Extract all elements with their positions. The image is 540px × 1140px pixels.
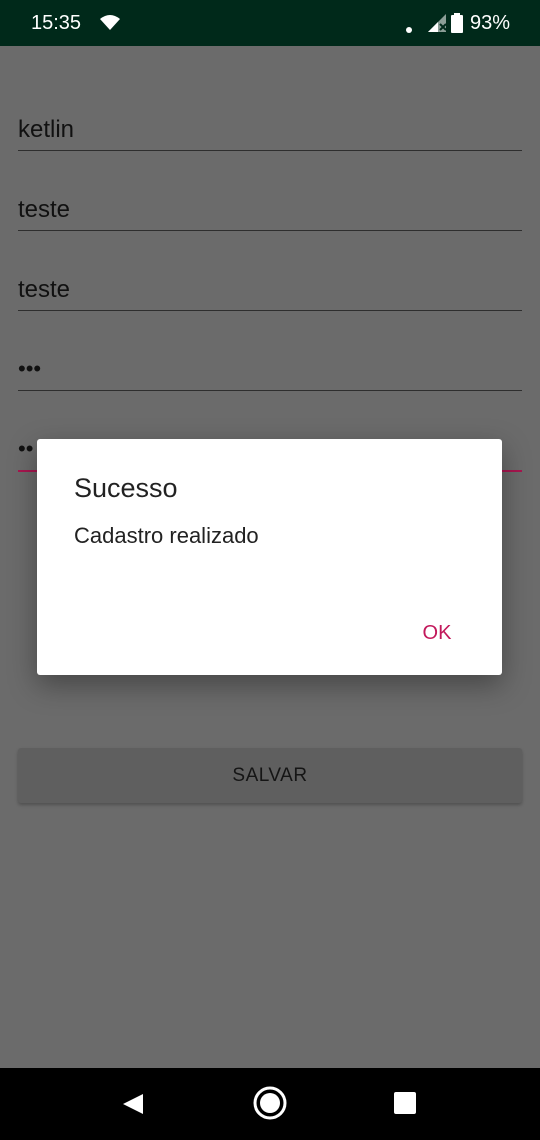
dialog-title: Sucesso [74, 473, 178, 503]
navigation-bar [0, 1068, 540, 1140]
name-input[interactable]: ketlin [18, 110, 522, 151]
save-button[interactable]: SALVAR [18, 748, 522, 803]
dialog-message: Cadastro realizado [74, 523, 259, 548]
password-mask: ••• [18, 356, 42, 381]
password-input[interactable]: ••• [18, 350, 522, 391]
email-input-value: teste [18, 276, 71, 303]
status-time: 15:35 [31, 12, 82, 34]
email-input[interactable]: teste [18, 270, 522, 311]
battery-percent: 93% [470, 12, 511, 34]
ok-button[interactable]: OK [409, 611, 465, 655]
username-input[interactable]: teste [18, 190, 522, 231]
signal-icon [428, 14, 448, 37]
recents-icon[interactable] [394, 1092, 416, 1119]
home-icon[interactable] [253, 1086, 287, 1125]
battery-icon [451, 13, 463, 38]
confirm-password-mask: •• [18, 436, 34, 461]
notification-dot-icon [406, 20, 412, 38]
name-input-value: ketlin [18, 116, 75, 143]
back-icon[interactable] [121, 1092, 145, 1121]
status-bar: 15:35 93% [0, 0, 540, 46]
success-dialog: Sucesso Cadastro realizado OK [37, 439, 502, 675]
username-input-value: teste [18, 196, 71, 223]
wifi-icon [100, 14, 120, 35]
